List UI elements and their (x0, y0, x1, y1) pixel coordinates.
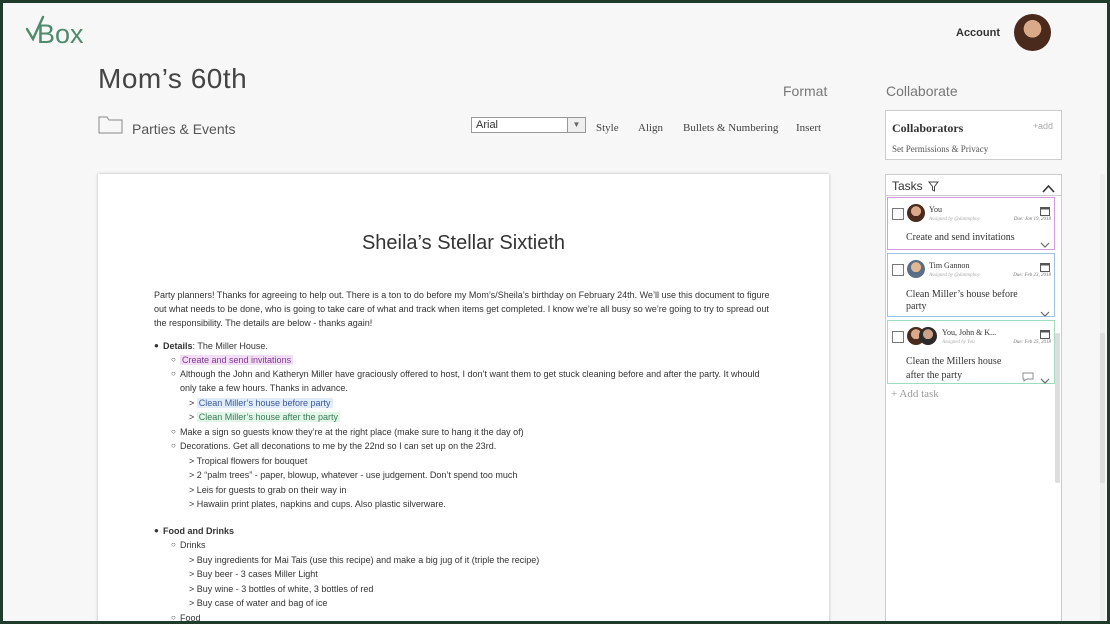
task-link-clean-after[interactable]: > Clean Miller’s house after the party (189, 412, 341, 422)
host-line-1: Although the John and Katheryn Miller ha… (180, 369, 760, 379)
food-label: Food (180, 613, 201, 621)
task-text: Create and send invitations (906, 232, 1015, 243)
tab-format[interactable]: Format (783, 83, 827, 99)
task-link-clean-before[interactable]: > Clean Miller’s house before party (189, 398, 333, 408)
logo-text: Box (37, 19, 84, 49)
decorations-line: Decorations. Get all deconations to me b… (180, 441, 497, 451)
calendar-icon[interactable] (1040, 259, 1050, 277)
page-scrollbar-thumb[interactable] (1100, 333, 1105, 483)
plus-icon: + (891, 388, 898, 400)
list-item: > Buy ingredients for Mai Tais (use this… (189, 555, 540, 565)
document-page[interactable]: Sheila’s Stellar Sixtieth Party planners… (98, 174, 829, 621)
list-item: > Buy beer - 3 cases Miller Light (189, 569, 318, 579)
highlight-invitations[interactable]: Create and send invitations (180, 355, 294, 365)
highlight-clean-before[interactable]: Clean Miller’s house before party (196, 398, 333, 408)
font-select-value: Arial (476, 119, 499, 131)
avatar (907, 204, 925, 222)
highlight-clean-after[interactable]: Clean Miller’s house after the party (196, 412, 341, 422)
task-assigned-by: Assigned by You (942, 340, 975, 345)
style-menu[interactable]: Style (596, 122, 619, 134)
chevron-down-icon[interactable]: ▼ (567, 118, 585, 132)
align-menu[interactable]: Align (638, 122, 663, 134)
tab-collaborate[interactable]: Collaborate (886, 83, 958, 99)
box-logo[interactable]: Box (23, 13, 93, 49)
task-assignee: You (929, 205, 942, 214)
circle-bullet-icon: ○ (171, 427, 176, 436)
account-link[interactable]: Account (956, 27, 1000, 39)
avatar (919, 327, 937, 345)
task-checkbox[interactable] (892, 264, 904, 276)
tasks-panel: Tasks You Assigned by @danmphoy Due: Jan… (885, 174, 1062, 621)
circle-bullet-icon: ○ (171, 540, 176, 549)
host-line-2: only take a few hours. Thanks in advance… (180, 383, 348, 393)
add-collaborator-button[interactable]: +add (1033, 121, 1053, 131)
task-checkbox[interactable] (892, 208, 904, 220)
comment-icon[interactable] (1022, 369, 1034, 387)
sign-line: Make a sign so guests know they’re at th… (180, 427, 524, 437)
filter-icon[interactable] (927, 179, 940, 197)
drinks-label: Drinks (180, 540, 206, 550)
tasks-header: Tasks (886, 175, 1061, 196)
task-card[interactable]: You Assigned by @danmphoy Due: Jan 19, 2… (887, 197, 1055, 250)
calendar-icon[interactable] (1040, 203, 1050, 221)
task-checkbox[interactable] (892, 331, 904, 343)
tasks-scrollbar[interactable] (1055, 333, 1060, 483)
bullet-icon: ● (154, 526, 159, 535)
circle-bullet-icon: ○ (171, 441, 176, 450)
collaborators-panel: Collaborators +add Set Permissions & Pri… (885, 110, 1062, 160)
bullet-icon: ● (154, 341, 159, 350)
list-item: > Leis for guests to grab on their way i… (189, 485, 347, 495)
food-heading: Food and Drinks (163, 526, 235, 536)
task-card[interactable]: Tim Gannon Assigned by @danmphoy Due: Fe… (887, 253, 1055, 317)
collapse-icon[interactable] (1042, 180, 1055, 198)
list-item: > Buy wine - 3 bottles of white, 3 bottl… (189, 584, 374, 594)
details-heading: Details (163, 341, 193, 351)
collaborators-title: Collaborators (892, 121, 964, 135)
insert-menu[interactable]: Insert (796, 122, 821, 134)
chevron-down-icon[interactable] (1040, 371, 1050, 389)
details-line: Details: The Miller House. (163, 341, 268, 351)
task-text: after the party (906, 370, 963, 381)
document-title: Sheila’s Stellar Sixtieth (361, 232, 566, 254)
task-text: party (906, 301, 927, 312)
breadcrumb[interactable]: Parties & Events (132, 121, 236, 137)
font-family-select[interactable]: Arial ▼ (471, 117, 586, 133)
details-text: : The Miller House. (192, 341, 268, 351)
task-assignee: You, John & K... (942, 328, 997, 337)
calendar-icon[interactable] (1040, 326, 1050, 344)
circle-bullet-icon: ○ (171, 613, 176, 621)
list-item: > Tropical flowers for bouquet (189, 456, 308, 466)
task-link-invitations[interactable]: Create and send invitations (180, 355, 294, 365)
circle-bullet-icon: ○ (171, 369, 176, 378)
intro-paragraph: Party planners! Thanks for agreeing to h… (154, 290, 770, 328)
list-item: > Buy case of water and bag of ice (189, 598, 328, 608)
folder-icon[interactable] (98, 116, 123, 134)
list-item: > 2 “palm trees” - paper, blowup, whatev… (189, 470, 518, 480)
chevron-down-icon[interactable] (1040, 235, 1050, 253)
permissions-link[interactable]: Set Permissions & Privacy (892, 144, 988, 154)
circle-bullet-icon: ○ (171, 355, 176, 364)
task-assigned-by: Assigned by @danmphoy (929, 273, 980, 278)
tasks-title: Tasks (892, 179, 923, 193)
add-task-button[interactable]: + Add task (891, 388, 939, 400)
app-frame: Box Account Mom’s 60th Parties & Events … (3, 3, 1107, 621)
avatar (907, 260, 925, 278)
list-item: > Hawaiin print plates, napkins and cups… (189, 499, 446, 509)
task-assigned-by: Assigned by @danmphoy (929, 217, 980, 222)
task-card[interactable]: You, John & K... Assigned by You Due: Fe… (887, 320, 1055, 384)
bullets-numbering-menu[interactable]: Bullets & Numbering (683, 122, 778, 134)
page-title: Mom’s 60th (98, 63, 248, 94)
task-text: Clean the Millers house (906, 356, 1002, 367)
add-task-label: Add task (899, 388, 939, 400)
task-assignee: Tim Gannon (929, 261, 970, 270)
user-avatar[interactable] (1014, 14, 1051, 51)
